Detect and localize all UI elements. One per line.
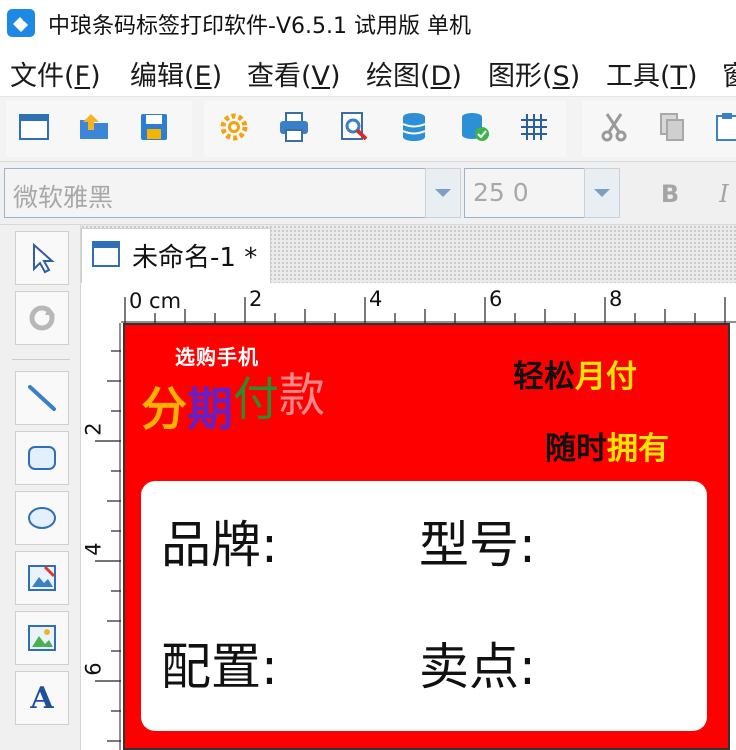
menu-view-key: V: [311, 61, 331, 92]
tag-own-part2: 拥有: [607, 431, 669, 467]
title-bar: 中琅条码标签打印软件-V6.5.1 试用版 单机: [0, 0, 736, 46]
ruler-label-4: 4: [369, 287, 383, 311]
menu-window[interactable]: 窗: [722, 54, 736, 93]
field-model[interactable]: 型号:: [419, 505, 536, 577]
menu-draw-label: 绘图(: [366, 61, 431, 92]
database-connect-icon[interactable]: [454, 107, 494, 147]
menu-shape-tail: ): [569, 61, 581, 92]
ruler-label-left-2: 2: [81, 422, 106, 436]
rounded-rectangle-icon[interactable]: [15, 431, 69, 485]
cut-icon[interactable]: [594, 107, 634, 147]
font-name-value: 微软雅黑: [13, 183, 114, 212]
print-preview-icon[interactable]: [334, 107, 374, 147]
picture-icon[interactable]: [15, 611, 69, 665]
database-icon[interactable]: [394, 107, 434, 147]
image-edit-icon[interactable]: [15, 551, 69, 605]
promo-char-1: 分: [141, 382, 187, 436]
menu-tools[interactable]: 工具(T): [606, 54, 698, 93]
tool-palette: A: [0, 225, 81, 750]
horizontal-ruler: 0 cm 2 4 6 8: [81, 283, 736, 323]
menu-edit-tail: ): [211, 61, 223, 92]
label-info-box[interactable]: 品牌: 型号: 配置: 卖点:: [141, 481, 707, 731]
select-arrow-icon[interactable]: [15, 231, 69, 285]
tab-document[interactable]: 未命名-1 *: [81, 228, 271, 283]
document-tab-title: 未命名-1 *: [132, 243, 258, 273]
menu-view[interactable]: 查看(V): [247, 54, 341, 93]
menu-bar: 文件(F) 编辑(E) 查看(V) 绘图(D) 图形(S) 工具(T) 窗: [0, 46, 736, 97]
font-size-select[interactable]: 25 0: [464, 168, 585, 218]
chevron-down-icon: [435, 189, 451, 197]
menu-edit-key: E: [194, 61, 212, 92]
font-size-dropdown-button[interactable]: [584, 168, 620, 218]
menu-file[interactable]: 文件(F): [10, 54, 101, 93]
text-icon[interactable]: A: [15, 671, 69, 725]
app-logo-icon: [6, 8, 36, 38]
menu-shape-key: S: [552, 61, 570, 92]
promo-char-4: 款: [279, 368, 325, 422]
label-promo-text[interactable]: 分期付款: [141, 368, 325, 439]
grid-icon[interactable]: [514, 107, 554, 147]
window-title: 中琅条码标签打印软件-V6.5.1 试用版 单机: [48, 14, 471, 39]
new-document-icon[interactable]: [14, 107, 54, 147]
ruler-label-6: 6: [489, 287, 503, 311]
menu-tools-tail: ): [687, 61, 698, 92]
italic-button[interactable]: I: [702, 174, 736, 214]
tag-own-part1: 随时: [545, 431, 607, 467]
tag-monthly-part1: 轻松: [513, 359, 575, 395]
paste-icon[interactable]: [710, 107, 736, 147]
copy-icon[interactable]: [652, 107, 692, 147]
settings-gear-icon[interactable]: [214, 107, 254, 147]
ruler-label-0: 0 cm: [129, 289, 182, 313]
field-brand[interactable]: 品牌:: [161, 505, 278, 577]
print-icon[interactable]: [274, 107, 314, 147]
ruler-label-8: 8: [609, 287, 623, 311]
toolbar-group-print: [204, 101, 566, 157]
menu-tools-key: T: [670, 61, 688, 92]
font-name-select[interactable]: 微软雅黑: [4, 168, 426, 218]
format-bar: 微软雅黑 25 0 B I: [0, 162, 736, 225]
menu-view-label: 查看(: [247, 61, 312, 92]
line-icon[interactable]: [15, 371, 69, 425]
ellipse-icon[interactable]: [15, 491, 69, 545]
promo-char-2: 期: [187, 382, 233, 436]
menu-draw-tail: ): [451, 61, 462, 92]
menu-file-label: 文件(: [10, 61, 75, 92]
label-tag-own[interactable]: 随时拥有: [545, 423, 669, 468]
menu-file-tail: ): [90, 61, 101, 92]
ruler-label-left-4: 4: [81, 542, 106, 556]
document-window-icon: [92, 241, 120, 267]
palette-divider: [12, 359, 70, 360]
tag-monthly-part2: 月付: [575, 359, 637, 395]
chevron-down-icon: [594, 189, 610, 197]
menu-tools-label: 工具(: [606, 61, 671, 92]
vertical-ruler: 2 4 6: [81, 283, 121, 750]
vertical-ruler-ticks: [95, 323, 121, 750]
menu-edit[interactable]: 编辑(E): [130, 54, 222, 93]
label-tag-monthly[interactable]: 轻松月付: [513, 351, 637, 396]
menu-draw-key: D: [430, 61, 452, 92]
menu-file-key: F: [74, 61, 91, 92]
field-selling-point[interactable]: 卖点:: [419, 627, 536, 699]
save-icon[interactable]: [134, 107, 174, 147]
main-toolbar: [0, 97, 736, 162]
menu-shape-label: 图形(: [488, 61, 553, 92]
field-config[interactable]: 配置:: [161, 627, 278, 699]
label-design[interactable]: 选购手机 分期付款 轻松月付 随时拥有 品牌: 型号: 配置: 卖点:: [123, 323, 730, 750]
promo-char-3: 付: [233, 372, 279, 426]
ruler-label-2: 2: [249, 287, 263, 311]
menu-window-label: 窗: [722, 61, 736, 92]
font-name-dropdown-button[interactable]: [425, 168, 461, 218]
bold-button[interactable]: B: [648, 174, 692, 214]
menu-shape[interactable]: 图形(S): [488, 54, 580, 93]
menu-draw[interactable]: 绘图(D): [366, 54, 462, 93]
open-folder-icon[interactable]: [74, 107, 114, 147]
font-size-value: 25 0: [473, 178, 529, 207]
menu-edit-label: 编辑(: [130, 61, 195, 92]
rotate-icon[interactable]: [15, 291, 69, 345]
menu-view-tail: ): [330, 61, 341, 92]
ruler-label-left-6: 6: [81, 662, 106, 676]
